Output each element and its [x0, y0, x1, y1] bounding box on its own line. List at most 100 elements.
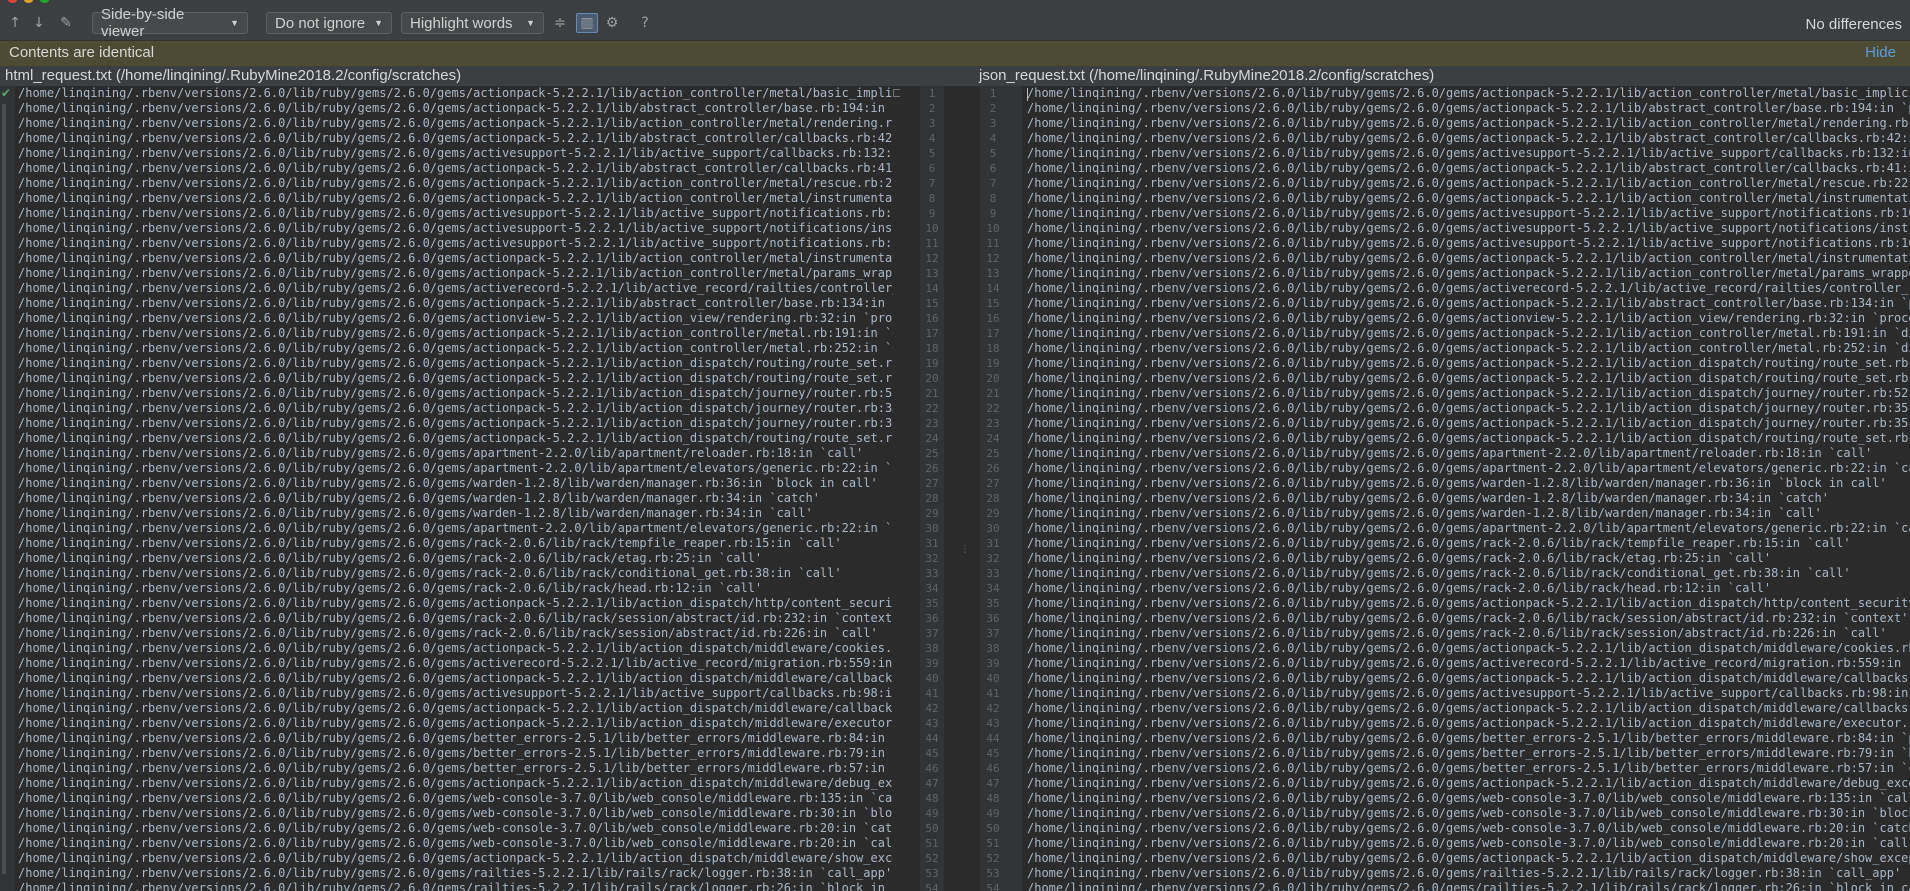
left-code-line[interactable]: /home/linqining/.rbenv/versions/2.6.0/li…: [18, 566, 893, 581]
right-code-line[interactable]: /home/linqining/.rbenv/versions/2.6.0/li…: [1027, 341, 1910, 356]
right-code-line[interactable]: /home/linqining/.rbenv/versions/2.6.0/li…: [1027, 86, 1910, 101]
left-code-line[interactable]: /home/linqining/.rbenv/versions/2.6.0/li…: [18, 116, 893, 131]
right-code-line[interactable]: /home/linqining/.rbenv/versions/2.6.0/li…: [1027, 326, 1910, 341]
left-code-line[interactable]: /home/linqining/.rbenv/versions/2.6.0/li…: [18, 251, 893, 266]
collapse-unchanged-icon[interactable]: ≑: [550, 13, 570, 33]
left-code-line[interactable]: /home/linqining/.rbenv/versions/2.6.0/li…: [18, 686, 893, 701]
right-code-line[interactable]: /home/linqining/.rbenv/versions/2.6.0/li…: [1027, 236, 1910, 251]
left-code-line[interactable]: /home/linqining/.rbenv/versions/2.6.0/li…: [18, 611, 893, 626]
left-code-line[interactable]: /home/linqining/.rbenv/versions/2.6.0/li…: [18, 236, 893, 251]
left-code-line[interactable]: /home/linqining/.rbenv/versions/2.6.0/li…: [18, 491, 893, 506]
left-code-line[interactable]: /home/linqining/.rbenv/versions/2.6.0/li…: [18, 176, 893, 191]
left-code-line[interactable]: /home/linqining/.rbenv/versions/2.6.0/li…: [18, 731, 893, 746]
right-code-line[interactable]: /home/linqining/.rbenv/versions/2.6.0/li…: [1027, 176, 1910, 191]
left-code-line[interactable]: /home/linqining/.rbenv/versions/2.6.0/li…: [18, 326, 893, 341]
left-code-line[interactable]: /home/linqining/.rbenv/versions/2.6.0/li…: [18, 371, 893, 386]
right-code-line[interactable]: /home/linqining/.rbenv/versions/2.6.0/li…: [1027, 311, 1910, 326]
minimize-window-dot[interactable]: [24, 0, 33, 3]
left-code-line[interactable]: /home/linqining/.rbenv/versions/2.6.0/li…: [18, 851, 893, 866]
right-code-line[interactable]: /home/linqining/.rbenv/versions/2.6.0/li…: [1027, 371, 1910, 386]
right-code-line[interactable]: /home/linqining/.rbenv/versions/2.6.0/li…: [1027, 386, 1910, 401]
next-difference-icon[interactable]: ↓: [30, 13, 48, 33]
right-code-line[interactable]: /home/linqining/.rbenv/versions/2.6.0/li…: [1027, 581, 1910, 596]
left-code-line[interactable]: /home/linqining/.rbenv/versions/2.6.0/li…: [18, 791, 893, 806]
left-code-line[interactable]: /home/linqining/.rbenv/versions/2.6.0/li…: [18, 281, 893, 296]
left-code-line[interactable]: /home/linqining/.rbenv/versions/2.6.0/li…: [18, 836, 893, 851]
right-code-line[interactable]: /home/linqining/.rbenv/versions/2.6.0/li…: [1027, 431, 1910, 446]
right-code-line[interactable]: /home/linqining/.rbenv/versions/2.6.0/li…: [1027, 416, 1910, 431]
left-code-line[interactable]: /home/linqining/.rbenv/versions/2.6.0/li…: [18, 581, 893, 596]
right-code-line[interactable]: /home/linqining/.rbenv/versions/2.6.0/li…: [1027, 551, 1910, 566]
left-code-line[interactable]: /home/linqining/.rbenv/versions/2.6.0/li…: [18, 761, 893, 776]
right-code-line[interactable]: /home/linqining/.rbenv/versions/2.6.0/li…: [1027, 836, 1910, 851]
right-code-line[interactable]: /home/linqining/.rbenv/versions/2.6.0/li…: [1027, 746, 1910, 761]
left-code-line[interactable]: /home/linqining/.rbenv/versions/2.6.0/li…: [18, 221, 893, 236]
right-code-line[interactable]: /home/linqining/.rbenv/versions/2.6.0/li…: [1027, 251, 1910, 266]
right-code-line[interactable]: /home/linqining/.rbenv/versions/2.6.0/li…: [1027, 716, 1910, 731]
previous-difference-icon[interactable]: ↑: [6, 13, 24, 33]
right-code-line[interactable]: /home/linqining/.rbenv/versions/2.6.0/li…: [1027, 191, 1910, 206]
right-code-line[interactable]: /home/linqining/.rbenv/versions/2.6.0/li…: [1027, 401, 1910, 416]
left-code-line[interactable]: /home/linqining/.rbenv/versions/2.6.0/li…: [18, 641, 893, 656]
left-code-line[interactable]: /home/linqining/.rbenv/versions/2.6.0/li…: [18, 656, 893, 671]
right-code-line[interactable]: /home/linqining/.rbenv/versions/2.6.0/li…: [1027, 821, 1910, 836]
left-code-line[interactable]: /home/linqining/.rbenv/versions/2.6.0/li…: [18, 626, 893, 641]
right-code-line[interactable]: /home/linqining/.rbenv/versions/2.6.0/li…: [1027, 161, 1910, 176]
right-code-line[interactable]: /home/linqining/.rbenv/versions/2.6.0/li…: [1027, 296, 1910, 311]
left-code-line[interactable]: /home/linqining/.rbenv/versions/2.6.0/li…: [18, 266, 893, 281]
right-code-line[interactable]: /home/linqining/.rbenv/versions/2.6.0/li…: [1027, 776, 1910, 791]
right-code-line[interactable]: /home/linqining/.rbenv/versions/2.6.0/li…: [1027, 491, 1910, 506]
left-code-line[interactable]: /home/linqining/.rbenv/versions/2.6.0/li…: [18, 296, 893, 311]
right-code-line[interactable]: /home/linqining/.rbenv/versions/2.6.0/li…: [1027, 641, 1910, 656]
left-code-line[interactable]: /home/linqining/.rbenv/versions/2.6.0/li…: [18, 881, 893, 891]
left-code-line[interactable]: /home/linqining/.rbenv/versions/2.6.0/li…: [18, 866, 893, 881]
edit-source-icon[interactable]: ✎: [55, 13, 77, 33]
left-code-line[interactable]: /home/linqining/.rbenv/versions/2.6.0/li…: [18, 431, 893, 446]
left-code-line[interactable]: /home/linqining/.rbenv/versions/2.6.0/li…: [18, 206, 893, 221]
left-code-line[interactable]: /home/linqining/.rbenv/versions/2.6.0/li…: [18, 806, 893, 821]
left-code-line[interactable]: /home/linqining/.rbenv/versions/2.6.0/li…: [18, 551, 893, 566]
left-code-line[interactable]: /home/linqining/.rbenv/versions/2.6.0/li…: [18, 671, 893, 686]
right-code-line[interactable]: /home/linqining/.rbenv/versions/2.6.0/li…: [1027, 566, 1910, 581]
left-code-line[interactable]: /home/linqining/.rbenv/versions/2.6.0/li…: [18, 716, 893, 731]
left-code-line[interactable]: /home/linqining/.rbenv/versions/2.6.0/li…: [18, 401, 893, 416]
right-code-line[interactable]: /home/linqining/.rbenv/versions/2.6.0/li…: [1027, 791, 1910, 806]
right-code-line[interactable]: /home/linqining/.rbenv/versions/2.6.0/li…: [1027, 446, 1910, 461]
left-code-line[interactable]: /home/linqining/.rbenv/versions/2.6.0/li…: [18, 341, 893, 356]
right-code-line[interactable]: /home/linqining/.rbenv/versions/2.6.0/li…: [1027, 731, 1910, 746]
left-code-line[interactable]: /home/linqining/.rbenv/versions/2.6.0/li…: [18, 311, 893, 326]
right-code-line[interactable]: /home/linqining/.rbenv/versions/2.6.0/li…: [1027, 116, 1910, 131]
left-code-line[interactable]: /home/linqining/.rbenv/versions/2.6.0/li…: [18, 446, 893, 461]
right-code-line[interactable]: /home/linqining/.rbenv/versions/2.6.0/li…: [1027, 671, 1910, 686]
left-code-line[interactable]: /home/linqining/.rbenv/versions/2.6.0/li…: [18, 416, 893, 431]
right-code-line[interactable]: /home/linqining/.rbenv/versions/2.6.0/li…: [1027, 866, 1910, 881]
right-code-line[interactable]: /home/linqining/.rbenv/versions/2.6.0/li…: [1027, 221, 1910, 236]
right-code-line[interactable]: /home/linqining/.rbenv/versions/2.6.0/li…: [1027, 266, 1910, 281]
right-code-line[interactable]: /home/linqining/.rbenv/versions/2.6.0/li…: [1027, 206, 1910, 221]
left-code-line[interactable]: /home/linqining/.rbenv/versions/2.6.0/li…: [18, 131, 893, 146]
right-code-line[interactable]: /home/linqining/.rbenv/versions/2.6.0/li…: [1027, 131, 1910, 146]
right-code-line[interactable]: /home/linqining/.rbenv/versions/2.6.0/li…: [1027, 146, 1910, 161]
right-code-line[interactable]: /home/linqining/.rbenv/versions/2.6.0/li…: [1027, 281, 1910, 296]
left-code-line[interactable]: /home/linqining/.rbenv/versions/2.6.0/li…: [18, 86, 893, 101]
right-code-line[interactable]: /home/linqining/.rbenv/versions/2.6.0/li…: [1027, 626, 1910, 641]
maximize-window-dot[interactable]: [40, 0, 49, 3]
highlight-mode-dropdown[interactable]: Highlight words ▼: [401, 12, 544, 34]
right-editor-pane[interactable]: /home/linqining/.rbenv/versions/2.6.0/li…: [1027, 86, 1910, 891]
left-code-line[interactable]: /home/linqining/.rbenv/versions/2.6.0/li…: [18, 536, 893, 551]
left-code-line[interactable]: /home/linqining/.rbenv/versions/2.6.0/li…: [18, 161, 893, 176]
left-code-line[interactable]: /home/linqining/.rbenv/versions/2.6.0/li…: [18, 596, 893, 611]
left-code-line[interactable]: /home/linqining/.rbenv/versions/2.6.0/li…: [18, 506, 893, 521]
synchronize-scrolling-icon[interactable]: ▥: [576, 13, 598, 33]
gear-icon[interactable]: ⚙: [602, 13, 622, 33]
left-code-line[interactable]: /home/linqining/.rbenv/versions/2.6.0/li…: [18, 386, 893, 401]
right-code-line[interactable]: /home/linqining/.rbenv/versions/2.6.0/li…: [1027, 461, 1910, 476]
left-code-line[interactable]: /home/linqining/.rbenv/versions/2.6.0/li…: [18, 821, 893, 836]
right-code-line[interactable]: /home/linqining/.rbenv/versions/2.6.0/li…: [1027, 596, 1910, 611]
ignore-whitespace-dropdown[interactable]: Do not ignore ▼: [266, 12, 392, 34]
left-code-line[interactable]: /home/linqining/.rbenv/versions/2.6.0/li…: [18, 701, 893, 716]
left-code-line[interactable]: /home/linqining/.rbenv/versions/2.6.0/li…: [18, 191, 893, 206]
right-code-line[interactable]: /home/linqining/.rbenv/versions/2.6.0/li…: [1027, 701, 1910, 716]
right-code-line[interactable]: /home/linqining/.rbenv/versions/2.6.0/li…: [1027, 851, 1910, 866]
right-code-line[interactable]: /home/linqining/.rbenv/versions/2.6.0/li…: [1027, 536, 1910, 551]
